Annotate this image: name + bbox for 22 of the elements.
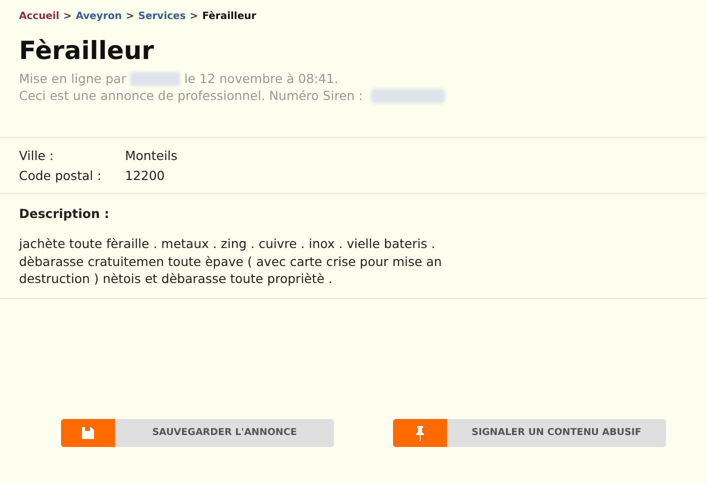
pro-notice: Ceci est une annonce de professionnel. Numéro Siren : (19, 87, 363, 104)
detail-label: Ville : (19, 147, 55, 165)
action-button[interactable]: SIGNALER UN CONTENU ABUSIF (393, 418, 666, 446)
breadcrumb-link[interactable]: Accueil (19, 11, 60, 22)
ad-title: Fèrailleur (19, 36, 156, 66)
pin-icon (415, 424, 425, 440)
breadcrumb-separator: > (126, 11, 134, 22)
floppy-icon (81, 426, 95, 440)
posted-text: Mise en ligne par (19, 70, 126, 87)
breadcrumb-link[interactable]: Services (138, 11, 186, 22)
action-button[interactable]: SAUVEGARDER L'ANNONCE (61, 418, 334, 446)
current-page-title: Fèrailleur (202, 11, 256, 22)
breadcrumb-separator: > (190, 11, 198, 22)
breadcrumb-link[interactable]: Aveyron (76, 11, 122, 22)
posted-date: le 12 novembre à 08:41. (184, 70, 338, 87)
breadcrumb-separator: > (63, 11, 72, 22)
blurred-block (130, 72, 180, 86)
detail-value: Monteils (125, 147, 178, 165)
description-text: jachète toute fèraille . metaux . zing . cuivre . inox . vielle bateris . dèbarasse cratuitemen toute èpave ( avec carte crise pour mise an destruction ) nètois et dèbarasse toute propriètè . (19, 235, 443, 288)
description-heading: Description : (19, 206, 110, 221)
detail-value: 12200 (125, 167, 165, 185)
detail-label: Code postal : (19, 167, 102, 185)
